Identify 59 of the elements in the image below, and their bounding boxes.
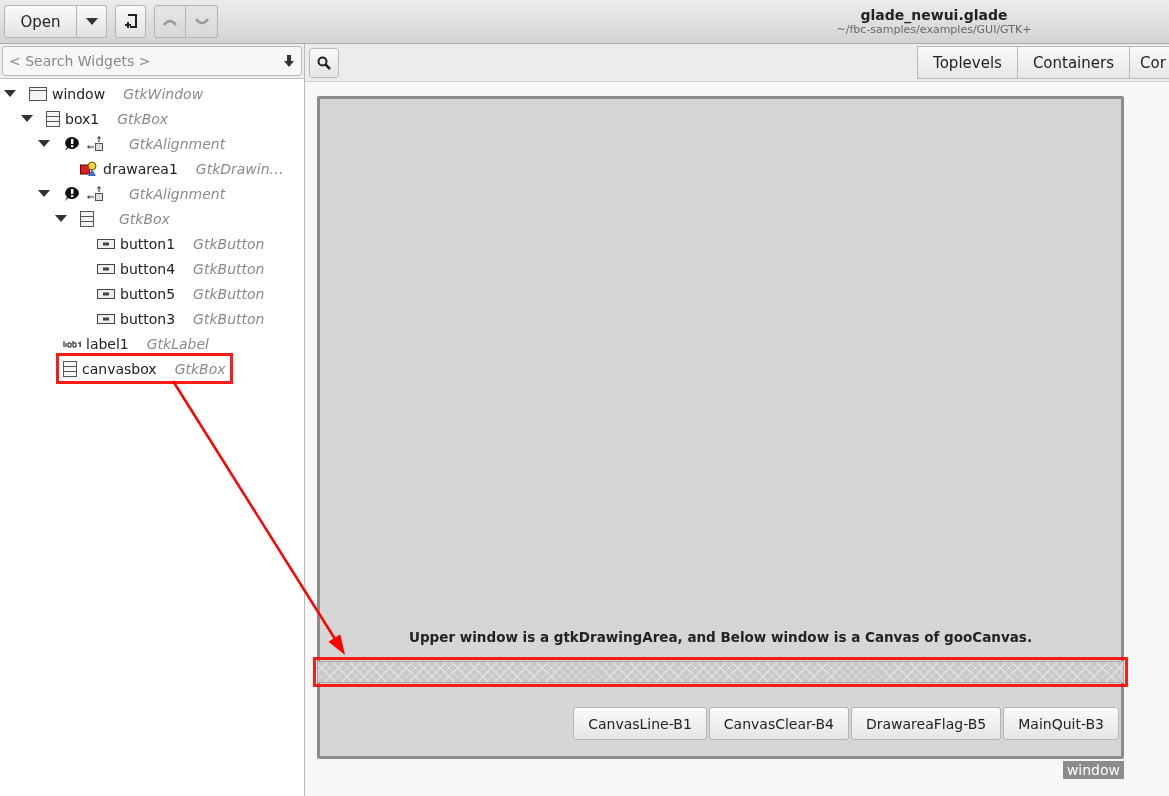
open-menu-button[interactable]: [77, 5, 107, 38]
widget-type: GtkButton: [193, 260, 265, 277]
widget-name[interactable]: button5: [120, 285, 176, 302]
widget-type: GtkButton: [193, 285, 265, 302]
widget-name[interactable]: button1: [120, 235, 176, 252]
caret-icon: [85, 18, 98, 25]
palette-tab[interactable]: Toplevels: [917, 46, 1018, 79]
widget-name[interactable]: label1: [86, 335, 129, 352]
widget-name[interactable]: button3: [120, 310, 176, 327]
preview-button[interactable]: DrawareaFlag-B5: [850, 707, 1002, 740]
widget-name[interactable]: canvasbox: [82, 360, 157, 377]
button-icon: [97, 238, 115, 249]
search-icon: [317, 55, 331, 70]
expander-icon[interactable]: [55, 215, 67, 222]
file-path: ~/fbc-samples/examples/GUI/GTK+: [836, 23, 1032, 36]
window-tag: window: [1062, 761, 1124, 779]
new-window-button[interactable]: [115, 5, 146, 38]
palette-tab[interactable]: Cor: [1129, 46, 1169, 79]
expander-icon[interactable]: [4, 90, 16, 97]
widget-type: GtkBox: [119, 210, 170, 227]
expander-icon[interactable]: [38, 140, 50, 147]
button-icon: [97, 263, 115, 274]
widget-name[interactable]: window: [52, 85, 106, 102]
widget-type: GtkButton: [193, 235, 265, 252]
down-arrow-icon: [284, 55, 294, 67]
alignment-icon: [86, 185, 104, 202]
palette-tab[interactable]: Containers: [1016, 46, 1130, 79]
alignment-icon: [86, 135, 104, 152]
window-title: glade_newui.glade: [860, 7, 1008, 23]
drawing-icon: [80, 160, 98, 177]
box-icon: [63, 360, 77, 377]
search-button[interactable]: [309, 47, 339, 78]
open-button[interactable]: Open: [4, 5, 77, 38]
window-label: Upper window is a gtkDrawingArea, and Below window is a Canvas of gooCanvas.: [407, 629, 1034, 645]
widget-name[interactable]: box1: [65, 110, 100, 127]
widget-type: GtkWindow: [123, 85, 204, 102]
widget-type: GtkBox: [174, 360, 226, 377]
widget-type: GtkLabel: [146, 335, 209, 352]
preview-button[interactable]: CanvasLine-B1: [573, 707, 707, 740]
box-icon: [46, 110, 60, 127]
box-icon: [80, 210, 94, 227]
button-icon: [97, 288, 115, 299]
widget-type: GtkAlignment: [129, 185, 226, 202]
label-icon: [63, 339, 81, 348]
expander-icon[interactable]: [38, 190, 50, 197]
widget-type: GtkDrawin…: [195, 160, 284, 177]
new-page-icon: [123, 13, 138, 30]
widget-type: GtkAlignment: [129, 135, 226, 152]
search-field[interactable]: < Search Widgets >: [2, 46, 302, 76]
preview-button[interactable]: MainQuit-B3: [1003, 707, 1119, 740]
preview-button[interactable]: CanvasClear-B4: [708, 707, 849, 740]
button-icon: [97, 313, 115, 324]
widget-name[interactable]: drawarea1: [103, 160, 178, 177]
expander-icon[interactable]: [21, 115, 33, 122]
widget-type: GtkBox: [117, 110, 169, 127]
widget-type: GtkButton: [193, 310, 265, 327]
window-icon: [29, 86, 47, 101]
redo-icon: [193, 16, 210, 27]
widget-name[interactable]: button4: [120, 260, 176, 277]
